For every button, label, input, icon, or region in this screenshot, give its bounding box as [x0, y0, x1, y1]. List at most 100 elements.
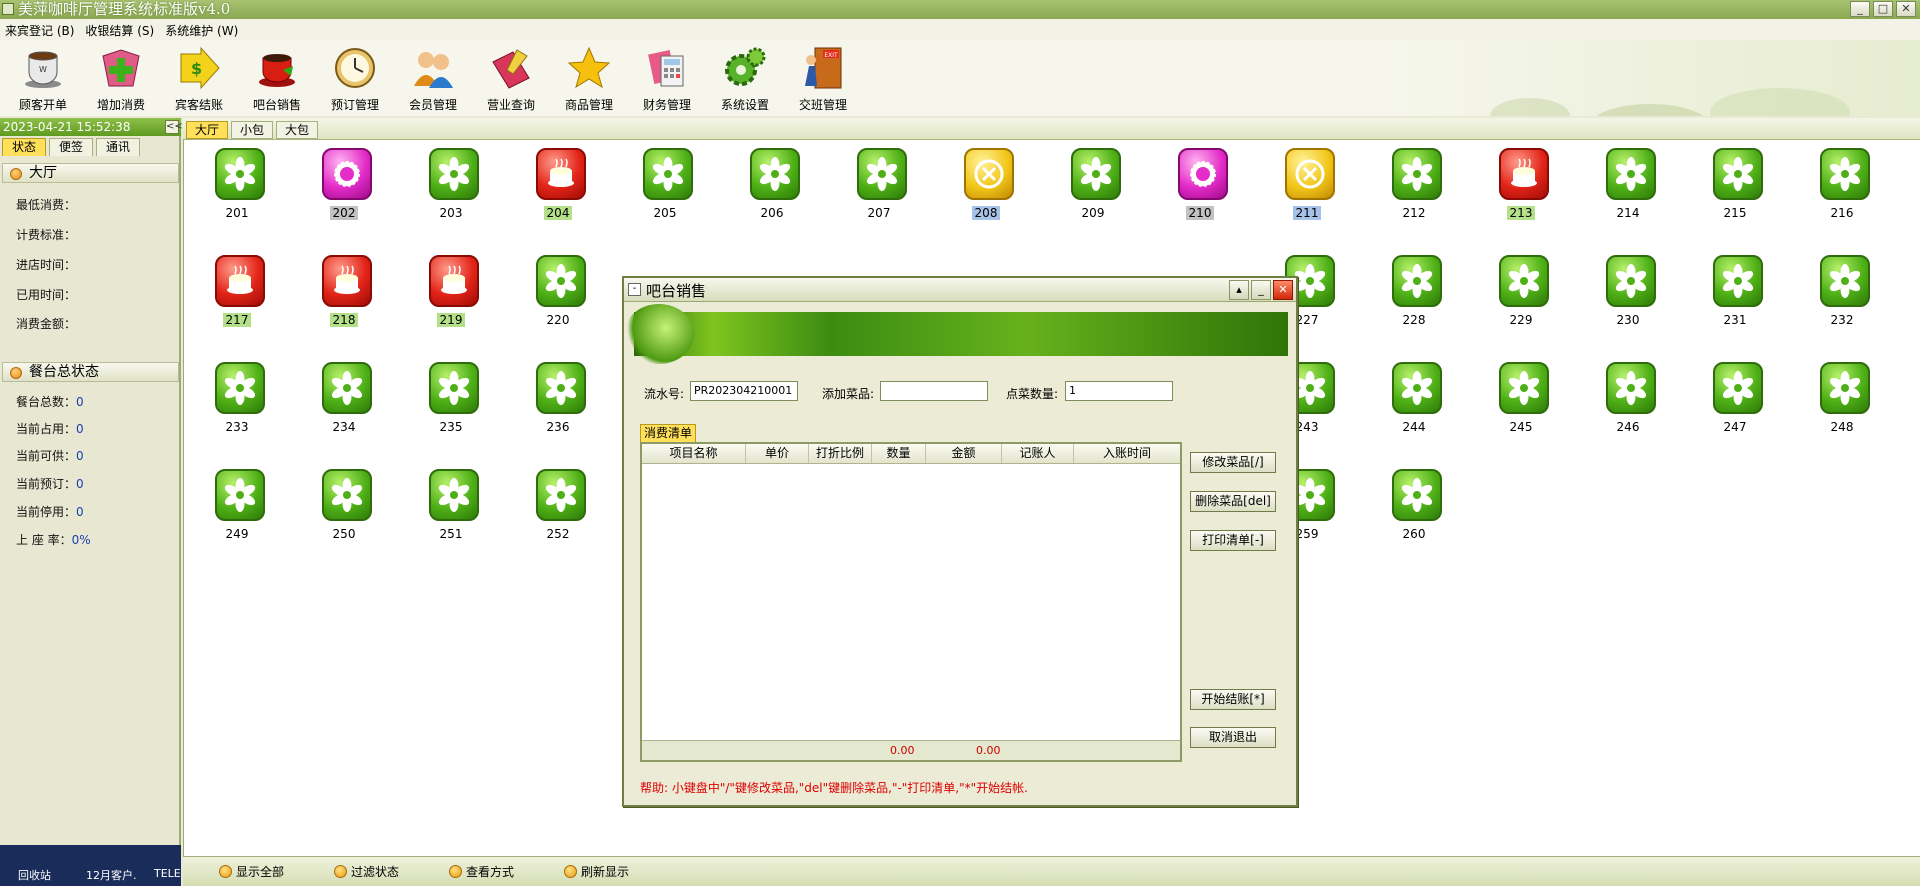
dialog-menu-icon[interactable]: -	[628, 283, 641, 296]
minimize-button[interactable]: _	[1850, 1, 1870, 17]
desktop-icon-tele[interactable]: TELE	[154, 867, 181, 880]
system-menu-icon[interactable]	[2, 3, 14, 15]
table-room[interactable]: 201	[197, 148, 277, 238]
column-header[interactable]: 项目名称	[642, 444, 746, 463]
serial-number-field[interactable]: PR202304210001	[690, 381, 798, 401]
dialog-title-bar[interactable]: - 吧台销售 ▴ _ ✕	[624, 278, 1296, 302]
table-room[interactable]: 205	[625, 148, 705, 238]
tab-large-room[interactable]: 大包	[276, 121, 319, 139]
maximize-button[interactable]: □	[1873, 1, 1893, 17]
menu-system-maintenance[interactable]: 系统维护 (W)	[160, 19, 244, 40]
table-room[interactable]: 216	[1802, 148, 1882, 238]
tab-consumption-list[interactable]: 消费清单	[640, 424, 697, 442]
table-room[interactable]: 203	[411, 148, 491, 238]
table-room[interactable]: 232	[1802, 255, 1882, 345]
table-room[interactable]: 213	[1481, 148, 1561, 238]
table-free-icon	[536, 362, 586, 414]
table-room[interactable]: 218	[304, 255, 384, 345]
table-room[interactable]: 231	[1695, 255, 1775, 345]
start-checkout-button[interactable]: 开始结账[*]	[1190, 689, 1276, 710]
table-room[interactable]: 210	[1160, 148, 1240, 238]
summary-value: 0	[76, 449, 84, 463]
collapse-sidebar-button[interactable]: <<	[165, 120, 183, 134]
column-header[interactable]: 单价	[746, 444, 809, 463]
dialog-up-button[interactable]: ▴	[1229, 280, 1249, 300]
table-room[interactable]: 245	[1481, 362, 1561, 452]
column-header[interactable]: 记账人	[1002, 444, 1074, 463]
add-item-input[interactable]	[880, 381, 988, 401]
summary-section-header[interactable]: 餐台总状态	[2, 362, 179, 382]
hall-section-header[interactable]: 大厅	[2, 163, 179, 183]
table-room[interactable]: 246	[1588, 362, 1668, 452]
tab-hall[interactable]: 大厅	[186, 121, 229, 139]
toolbar-product-management-button[interactable]: 商品管理	[550, 40, 628, 116]
table-room[interactable]: 211	[1267, 148, 1347, 238]
modify-item-button[interactable]: 修改菜品[/]	[1190, 452, 1276, 473]
toolbar-customer-open-button[interactable]: W 顾客开单	[4, 40, 82, 116]
delete-item-button[interactable]: 删除菜品[del]	[1190, 491, 1276, 512]
table-room[interactable]: 244	[1374, 362, 1454, 452]
table-room[interactable]: 208	[946, 148, 1026, 238]
toolbar-finance-button[interactable]: 财务管理	[628, 40, 706, 116]
toolbar-guest-checkout-button[interactable]: $ 宾客结账	[160, 40, 238, 116]
table-room[interactable]: 209	[1053, 148, 1133, 238]
filter-status-button[interactable]: 过滤状态	[334, 863, 399, 880]
column-header[interactable]: 数量	[872, 444, 926, 463]
table-number: 250	[304, 527, 384, 541]
table-room[interactable]: 220	[518, 255, 598, 345]
menu-guest-register[interactable]: 来宾登记 (B)	[0, 19, 80, 40]
tab-small-room[interactable]: 小包	[231, 121, 274, 139]
dialog-close-button[interactable]: ✕	[1273, 280, 1293, 300]
toolbar-add-consumption-button[interactable]: 增加消费	[82, 40, 160, 116]
table-number: 244	[1374, 420, 1454, 434]
table-room[interactable]: 228	[1374, 255, 1454, 345]
toolbar-reservation-button[interactable]: 预订管理	[316, 40, 394, 116]
tab-communication[interactable]: 通讯	[96, 138, 141, 156]
close-button[interactable]: ✕	[1896, 1, 1916, 17]
table-room[interactable]: 234	[304, 362, 384, 452]
table-room[interactable]: 250	[304, 469, 384, 559]
table-room[interactable]: 219	[411, 255, 491, 345]
toolbar-bar-sales-button[interactable]: 吧台销售	[238, 40, 316, 116]
desktop-icon-recycle-bin[interactable]: 回收站	[18, 867, 51, 883]
desktop-icon-customers[interactable]: 12月客户.	[86, 867, 137, 883]
table-room[interactable]: 236	[518, 362, 598, 452]
tab-status[interactable]: 状态	[2, 138, 47, 156]
toolbar-member-button[interactable]: 会员管理	[394, 40, 472, 116]
toolbar-shift-management-button[interactable]: EXIT 交班管理	[784, 40, 862, 116]
table-room[interactable]: 260	[1374, 469, 1454, 559]
cancel-exit-button[interactable]: 取消退出	[1190, 727, 1276, 748]
table-room[interactable]: 215	[1695, 148, 1775, 238]
table-room[interactable]: 247	[1695, 362, 1775, 452]
table-room[interactable]: 206	[732, 148, 812, 238]
table-room[interactable]: 202	[304, 148, 384, 238]
show-all-button[interactable]: 显示全部	[219, 863, 284, 880]
toolbar-system-settings-button[interactable]: 系统设置	[706, 40, 784, 116]
column-header[interactable]: 金额	[926, 444, 1002, 463]
toolbar-business-query-button[interactable]: 营业查询	[472, 40, 550, 116]
consumption-table[interactable]: 项目名称 单价 打折比例 数量 金额 记账人 入账时间 0.00 0.00	[640, 442, 1182, 762]
menu-checkout[interactable]: 收银结算 (S)	[80, 19, 160, 40]
table-room[interactable]: 235	[411, 362, 491, 452]
table-room[interactable]: 230	[1588, 255, 1668, 345]
view-mode-button[interactable]: 查看方式	[449, 863, 514, 880]
column-header[interactable]: 打折比例	[809, 444, 872, 463]
print-list-button[interactable]: 打印清单[-]	[1190, 530, 1276, 551]
table-room[interactable]: 212	[1374, 148, 1454, 238]
table-room[interactable]: 229	[1481, 255, 1561, 345]
table-room[interactable]: 233	[197, 362, 277, 452]
table-room[interactable]: 248	[1802, 362, 1882, 452]
table-room[interactable]: 214	[1588, 148, 1668, 238]
table-room[interactable]: 207	[839, 148, 919, 238]
quantity-input[interactable]: 1	[1065, 381, 1173, 401]
refresh-button[interactable]: 刷新显示	[564, 863, 629, 880]
dialog-minimize-button[interactable]: _	[1251, 280, 1271, 300]
table-room[interactable]: 217	[197, 255, 277, 345]
tab-notes[interactable]: 便签	[49, 138, 94, 156]
table-room[interactable]: 251	[411, 469, 491, 559]
table-room[interactable]: 204	[518, 148, 598, 238]
table-room[interactable]: 252	[518, 469, 598, 559]
table-room[interactable]: 249	[197, 469, 277, 559]
column-header[interactable]: 入账时间	[1074, 444, 1180, 463]
area-tabs-bar	[183, 118, 1920, 140]
